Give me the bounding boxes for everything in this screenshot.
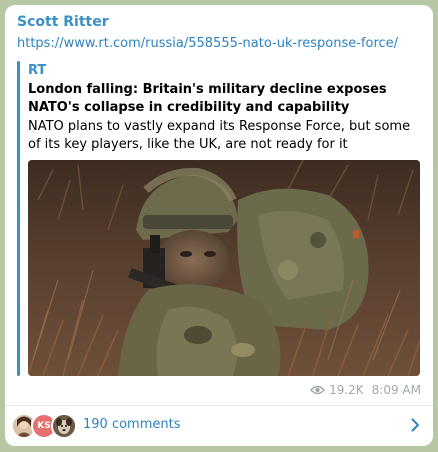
preview-site-name: RT xyxy=(28,63,47,78)
author-name[interactable]: Scott Ritter xyxy=(17,14,109,30)
avatar xyxy=(51,413,77,439)
dog-photo-icon xyxy=(53,415,75,437)
preview-accent-bar xyxy=(17,61,20,376)
preview-title: London falling: Britain's military decli… xyxy=(28,82,387,115)
link-preview[interactable]: RT London falling: Britain's military de… xyxy=(17,61,420,376)
view-count: 19.2K xyxy=(329,383,364,397)
message-bubble: Scott Ritter https://www.rt.com/russia/5… xyxy=(5,5,433,446)
comments-button[interactable]: KS 190 comments xyxy=(5,406,433,444)
preview-image[interactable] xyxy=(28,160,420,376)
preview-description: NATO plans to vastly expand its Response… xyxy=(28,119,411,152)
message-time: 8:09 AM xyxy=(371,383,421,397)
message-meta: 19.2K 8:09 AM xyxy=(310,383,421,397)
soldier-photo-icon xyxy=(28,160,420,376)
message-link[interactable]: https://www.rt.com/russia/558555-nato-uk… xyxy=(17,36,398,51)
chevron-right-icon[interactable] xyxy=(411,418,420,432)
comments-count[interactable]: 190 comments xyxy=(83,417,180,432)
eye-icon xyxy=(310,385,326,395)
